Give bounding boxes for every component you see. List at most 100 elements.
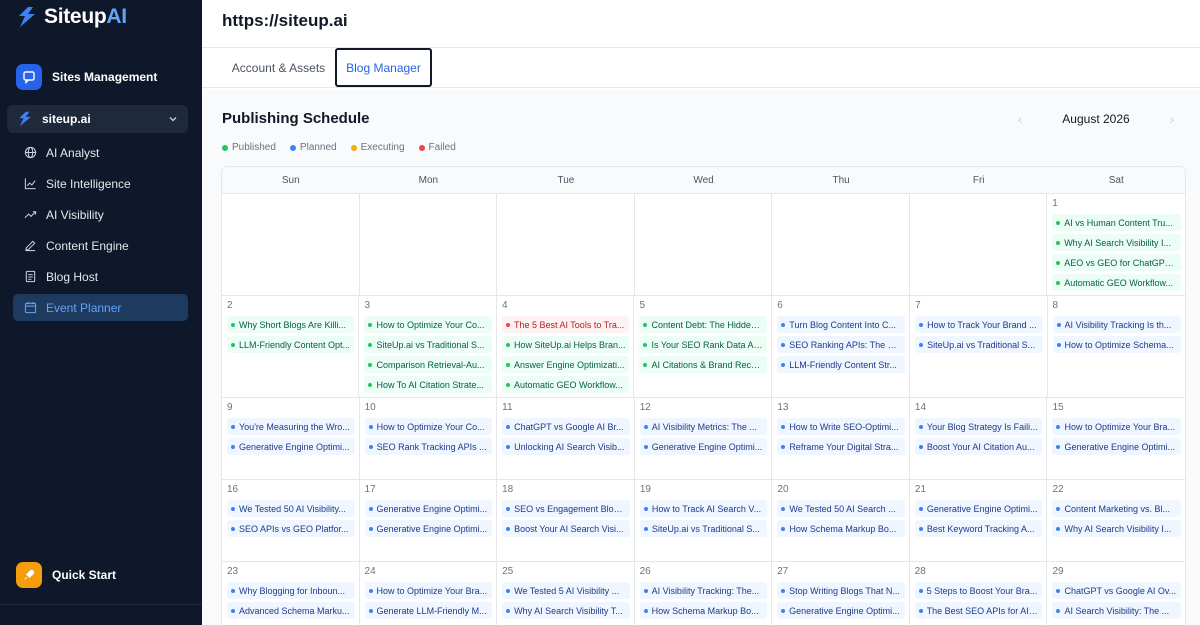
scheduled-post-planned[interactable]: Stop Writing Blogs That N... xyxy=(777,582,905,599)
scheduled-post-published[interactable]: LLM-Friendly Content Opt... xyxy=(227,336,355,353)
scheduled-post-planned[interactable]: SiteUp.ai vs Traditional S... xyxy=(639,520,768,537)
tab-blog-manager[interactable]: Blog Manager xyxy=(335,48,432,87)
calendar-day-cell[interactable]: 5 Content Debt: The Hidden... Is Your SEO … xyxy=(634,296,773,397)
calendar-day-cell[interactable]: 8 AI Visibility Tracking Is th... How to O… xyxy=(1048,296,1185,397)
calendar-day-cell[interactable]: 11 ChatGPT vs Google AI Br... Unlocking AI… xyxy=(497,398,635,479)
scheduled-post-planned[interactable]: Unlocking AI Search Visib... xyxy=(502,438,630,455)
scheduled-post-planned[interactable]: SiteUp.ai vs Traditional S... xyxy=(915,336,1043,353)
scheduled-post-planned[interactable]: Best Keyword Tracking A... xyxy=(914,520,1043,537)
calendar-day-cell[interactable]: 13 How to Write SEO-Optimi... Reframe Your… xyxy=(772,398,910,479)
scheduled-post-planned[interactable]: LLM-Friendly Content Str... xyxy=(777,356,906,373)
scheduled-post-planned[interactable]: Advanced Schema Marku... xyxy=(227,602,355,619)
scheduled-post-planned[interactable]: Generative Engine Optimi... xyxy=(914,500,1043,517)
scheduled-post-planned[interactable]: How to Write SEO-Optimi... xyxy=(777,418,905,435)
calendar-day-cell[interactable]: 16 We Tested 50 AI Visibility... SEO APIs … xyxy=(222,480,360,561)
calendar-day-cell[interactable]: 28 5 Steps to Boost Your Bra... The Best S… xyxy=(910,562,1048,625)
scheduled-post-planned[interactable]: Generative Engine Optimi... xyxy=(639,438,768,455)
scheduled-post-planned[interactable]: How to Optimize Your Bra... xyxy=(364,582,493,599)
scheduled-post-planned[interactable]: SEO vs Engagement Blog... xyxy=(502,500,630,517)
scheduled-post-published[interactable]: AEO vs GEO for ChatGPT ... xyxy=(1052,254,1181,271)
scheduled-post-published[interactable]: Automatic GEO Workflow... xyxy=(1052,274,1181,291)
scheduled-post-planned[interactable]: How Schema Markup Bo... xyxy=(639,602,768,619)
scheduled-post-planned[interactable]: AI Visibility Tracking: The... xyxy=(639,582,768,599)
scheduled-post-planned[interactable]: The Best SEO APIs for AI ... xyxy=(914,602,1043,619)
calendar-day-cell[interactable]: 3 How to Optimize Your Co... SiteUp.ai vs … xyxy=(359,296,497,397)
scheduled-post-planned[interactable]: Boost Your AI Citation Au... xyxy=(914,438,1043,455)
scheduled-post-planned[interactable]: We Tested 50 AI Search ... xyxy=(777,500,905,517)
calendar-day-cell[interactable]: 24 How to Optimize Your Bra... Generate LL… xyxy=(360,562,498,625)
calendar-day-cell[interactable]: 12 AI Visibility Metrics: The ... Generati… xyxy=(635,398,773,479)
sites-management-button[interactable]: Sites Management xyxy=(16,64,157,90)
scheduled-post-planned[interactable]: AI Visibility Tracking Is th... xyxy=(1052,316,1182,333)
scheduled-post-planned[interactable]: Generative Engine Optimi... xyxy=(364,520,493,537)
calendar-day-cell[interactable]: 27 Stop Writing Blogs That N... Generative… xyxy=(772,562,910,625)
calendar-day-cell[interactable]: 25 We Tested 5 AI Visibility ... Why AI Se… xyxy=(497,562,635,625)
scheduled-post-planned[interactable]: SEO Ranking APIs: The Hi... xyxy=(777,336,906,353)
scheduled-post-planned[interactable]: Generative Engine Optimi... xyxy=(364,500,493,517)
scheduled-post-published[interactable]: Comparison Retrieval-Au... xyxy=(364,356,492,373)
sidebar-item-site-intelligence[interactable]: Site Intelligence xyxy=(13,170,188,197)
calendar-day-cell[interactable]: 6 Turn Blog Content Into C... SEO Ranking … xyxy=(772,296,911,397)
scheduled-post-planned[interactable]: Your Blog Strategy Is Faili... xyxy=(914,418,1043,435)
calendar-day-cell[interactable]: 7 How to Track Your Brand ... SiteUp.ai vs… xyxy=(910,296,1048,397)
scheduled-post-published[interactable]: AI vs Human Content Tru... xyxy=(1052,214,1181,231)
scheduled-post-planned[interactable]: How to Optimize Schema... xyxy=(1052,336,1182,353)
scheduled-post-published[interactable]: Why AI Search Visibility I... xyxy=(1052,234,1181,251)
scheduled-post-planned[interactable]: Generative Engine Optimi... xyxy=(777,602,905,619)
calendar-day-cell[interactable]: 18 SEO vs Engagement Blog... Boost Your AI… xyxy=(497,480,635,561)
scheduled-post-published[interactable]: Automatic GEO Workflow... xyxy=(501,376,630,393)
brand-logo[interactable]: SiteupAI xyxy=(16,5,127,29)
scheduled-post-published[interactable]: How To AI Citation Strate... xyxy=(364,376,492,393)
calendar-day-cell[interactable]: 23 Why Blogging for Inboun... Advanced Sch… xyxy=(222,562,360,625)
calendar-day-cell[interactable]: 26 AI Visibility Tracking: The... How Sche… xyxy=(635,562,773,625)
scheduled-post-planned[interactable]: Reframe Your Digital Stra... xyxy=(777,438,905,455)
scheduled-post-planned[interactable]: SEO Rank Tracking APIs ... xyxy=(364,438,493,455)
scheduled-post-published[interactable]: Content Debt: The Hidden... xyxy=(639,316,768,333)
sidebar-item-blog-host[interactable]: Blog Host xyxy=(13,263,188,290)
scheduled-post-planned[interactable]: We Tested 5 AI Visibility ... xyxy=(502,582,630,599)
scheduled-post-planned[interactable]: How to Optimize Your Co... xyxy=(364,418,493,435)
sidebar-item-content-engine[interactable]: Content Engine xyxy=(13,232,188,259)
scheduled-post-planned[interactable]: Generate LLM-Friendly M... xyxy=(364,602,493,619)
calendar-day-cell[interactable]: 1 AI vs Human Content Tru... Why AI Search… xyxy=(1047,194,1185,295)
calendar-day-cell[interactable]: 19 How to Track AI Search V... SiteUp.ai v… xyxy=(635,480,773,561)
calendar-day-cell[interactable]: 29 ChatGPT vs Google AI Ov... AI Search Vi… xyxy=(1047,562,1185,625)
scheduled-post-planned[interactable]: AI Visibility Metrics: The ... xyxy=(639,418,768,435)
calendar-day-cell[interactable]: 14 Your Blog Strategy Is Faili... Boost Yo… xyxy=(910,398,1048,479)
scheduled-post-planned[interactable]: How to Optimize Your Bra... xyxy=(1052,418,1182,435)
sidebar-item-event-planner[interactable]: Event Planner xyxy=(13,294,188,321)
quick-start-button[interactable]: Quick Start xyxy=(16,562,116,588)
scheduled-post-published[interactable]: Why Short Blogs Are Killi... xyxy=(227,316,355,333)
scheduled-post-planned[interactable]: SEO APIs vs GEO Platfor... xyxy=(227,520,355,537)
scheduled-post-planned[interactable]: Why AI Search Visibility T... xyxy=(502,602,630,619)
scheduled-post-published[interactable]: How to Optimize Your Co... xyxy=(364,316,492,333)
calendar-day-cell[interactable]: 15 How to Optimize Your Bra... Generative … xyxy=(1047,398,1185,479)
calendar-day-cell[interactable]: 9 You're Measuring the Wro... Generative E… xyxy=(222,398,360,479)
scheduled-post-planned[interactable]: ChatGPT vs Google AI Ov... xyxy=(1052,582,1181,599)
calendar-day-cell[interactable]: 21 Generative Engine Optimi... Best Keywor… xyxy=(910,480,1048,561)
scheduled-post-planned[interactable]: Why AI Search Visibility I... xyxy=(1052,520,1181,537)
scheduled-post-published[interactable]: SiteUp.ai vs Traditional S... xyxy=(364,336,492,353)
scheduled-post-planned[interactable]: We Tested 50 AI Visibility... xyxy=(227,500,355,517)
scheduled-post-planned[interactable]: Why Blogging for Inboun... xyxy=(227,582,355,599)
scheduled-post-planned[interactable]: How to Track Your Brand ... xyxy=(915,316,1043,333)
scheduled-post-planned[interactable]: Generative Engine Optimi... xyxy=(1052,438,1182,455)
scheduled-post-planned[interactable]: 5 Steps to Boost Your Bra... xyxy=(914,582,1043,599)
scheduled-post-published[interactable]: Is Your SEO Rank Data Ac... xyxy=(639,336,768,353)
calendar-day-cell[interactable]: 20 We Tested 50 AI Search ... How Schema M… xyxy=(772,480,910,561)
scheduled-post-planned[interactable]: Turn Blog Content Into C... xyxy=(777,316,906,333)
tab-account-assets[interactable]: Account & Assets xyxy=(222,48,335,87)
sidebar-item-ai-visibility[interactable]: AI Visibility xyxy=(13,201,188,228)
sidebar-item-ai-analyst[interactable]: AI Analyst xyxy=(13,139,188,166)
calendar-day-cell[interactable]: 2 Why Short Blogs Are Killi... LLM-Friendl… xyxy=(222,296,360,397)
scheduled-post-planned[interactable]: AI Search Visibility: The ... xyxy=(1052,602,1181,619)
scheduled-post-planned[interactable]: Content Marketing vs. Bl... xyxy=(1052,500,1181,517)
scheduled-post-planned[interactable]: Generative Engine Optimi... xyxy=(227,438,355,455)
scheduled-post-planned[interactable]: You're Measuring the Wro... xyxy=(227,418,355,435)
scheduled-post-planned[interactable]: ChatGPT vs Google AI Br... xyxy=(502,418,630,435)
scheduled-post-planned[interactable]: How Schema Markup Bo... xyxy=(777,520,905,537)
chevron-left-icon[interactable]: ‹ xyxy=(1014,111,1026,127)
scheduled-post-published[interactable]: Answer Engine Optimizati... xyxy=(501,356,630,373)
scheduled-post-failed[interactable]: The 5 Best AI Tools to Tra... xyxy=(501,316,630,333)
scheduled-post-planned[interactable]: How to Track AI Search V... xyxy=(639,500,768,517)
